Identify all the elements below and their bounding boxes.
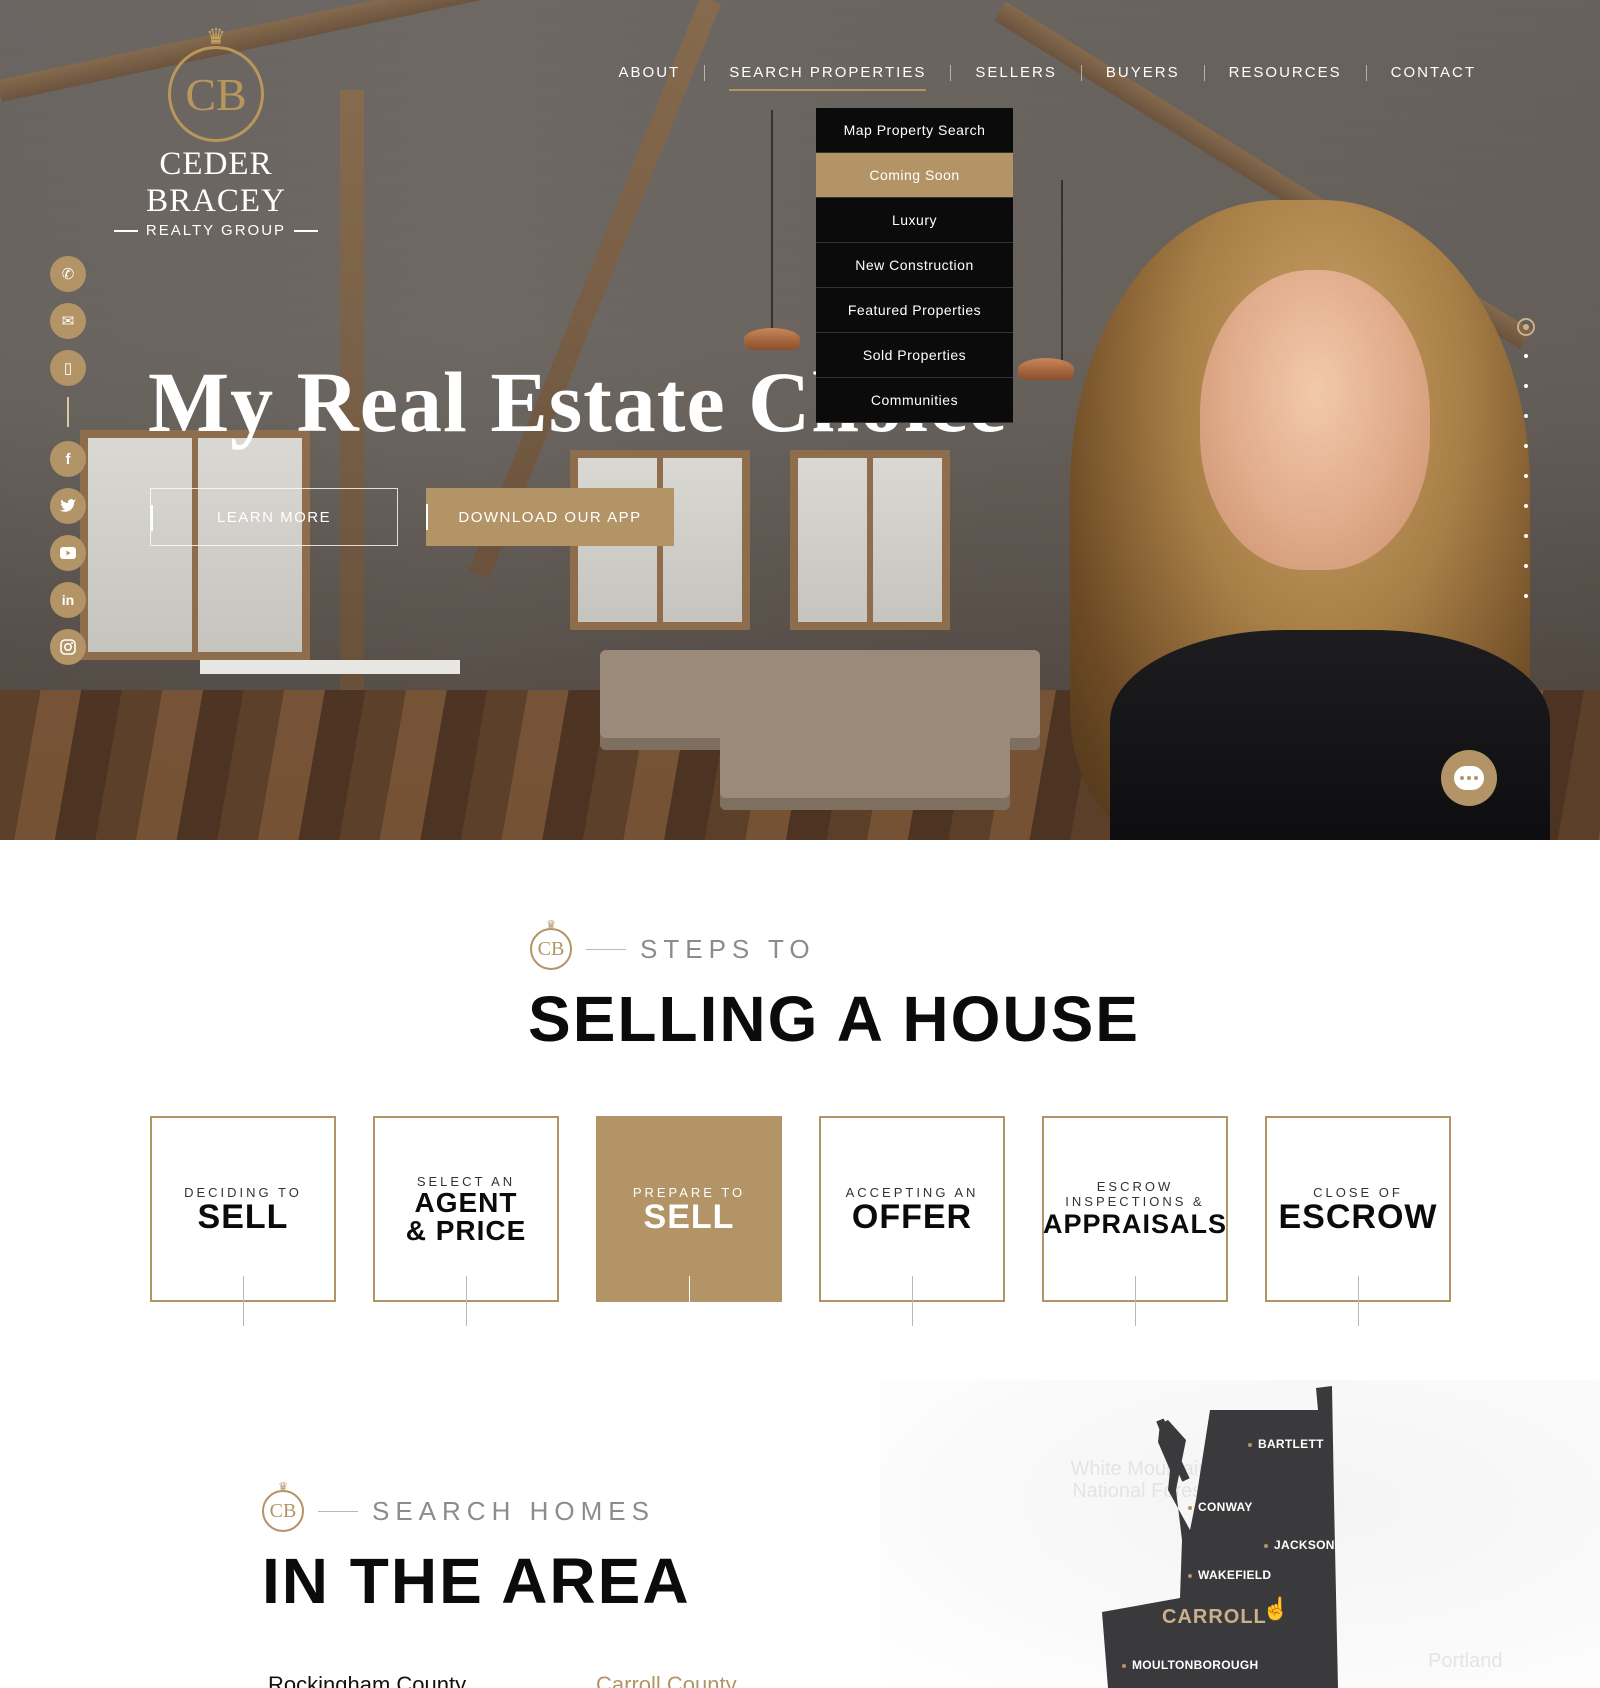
step-card-active[interactable]: PREPARE TO SELL bbox=[596, 1116, 782, 1326]
agent-photo bbox=[1070, 200, 1560, 840]
county-link-carroll[interactable]: Carroll County bbox=[596, 1672, 737, 1688]
search-eyebrow-text: SEARCH HOMES bbox=[372, 1495, 655, 1526]
slider-dot[interactable] bbox=[1524, 354, 1528, 358]
crown-icon: ♛ bbox=[206, 24, 226, 49]
dropdown-item-new-construction[interactable]: New Construction bbox=[816, 243, 1013, 288]
dropdown-item-featured-properties[interactable]: Featured Properties bbox=[816, 288, 1013, 333]
hero-section: ♛ CB CEDER BRACEY REALTY GROUP ABOUT SEA… bbox=[0, 0, 1600, 840]
dropdown-item-luxury[interactable]: Luxury bbox=[816, 198, 1013, 243]
learn-more-button[interactable]: LEARN MORE bbox=[150, 488, 398, 546]
sofa-chaise bbox=[720, 710, 1010, 810]
search-properties-dropdown: Map Property Search Coming Soon Luxury N… bbox=[816, 108, 1013, 423]
nav-about[interactable]: ABOUT bbox=[595, 64, 705, 81]
step-big-label: ESCROW bbox=[1278, 1197, 1438, 1236]
steps-list: DECIDING TO SELL SELECT AN AGENT & PRICE… bbox=[150, 1116, 1451, 1326]
slider-dot[interactable] bbox=[1524, 594, 1528, 598]
brand-subtitle: REALTY GROUP bbox=[145, 222, 287, 239]
step-card[interactable]: SELECT AN AGENT & PRICE bbox=[373, 1116, 559, 1326]
search-title: IN THE AREA bbox=[262, 1545, 691, 1617]
dropdown-item-map-property-search[interactable]: Map Property Search bbox=[816, 108, 1013, 153]
linkedin-icon[interactable]: in bbox=[50, 582, 86, 618]
mini-logo-icon: CB bbox=[262, 1480, 304, 1532]
step-big-label: OFFER bbox=[851, 1197, 973, 1236]
social-divider bbox=[67, 397, 69, 427]
twitter-icon[interactable] bbox=[50, 488, 86, 524]
step-card[interactable]: CLOSE OF ESCROW bbox=[1265, 1116, 1451, 1326]
youtube-icon[interactable] bbox=[50, 535, 86, 571]
area-map[interactable]: White Mountain National Forest Portland bbox=[880, 1380, 1600, 1688]
phone-icon[interactable]: ✆ bbox=[50, 256, 86, 292]
brand-name: CEDER BRACEY bbox=[146, 146, 286, 219]
map-ghost-label: White Mountain National Forest bbox=[1070, 1458, 1210, 1502]
step-small-label: ESCROW INSPECTIONS & bbox=[1065, 1179, 1205, 1209]
dropdown-item-coming-soon[interactable]: Coming Soon bbox=[816, 153, 1013, 198]
nav-sellers[interactable]: SELLERS bbox=[951, 64, 1081, 81]
chat-icon bbox=[1454, 766, 1484, 790]
slider-dot[interactable] bbox=[1524, 564, 1528, 568]
slider-dot[interactable] bbox=[1524, 534, 1528, 538]
dropdown-item-communities[interactable]: Communities bbox=[816, 378, 1013, 423]
pendant-lamp bbox=[1018, 358, 1074, 380]
map-town-conway[interactable]: CONWAY bbox=[1188, 1500, 1253, 1514]
mobile-app-icon[interactable]: ▯ bbox=[50, 350, 86, 386]
instagram-icon[interactable] bbox=[50, 629, 86, 665]
county-link-rockingham[interactable]: Rockingham County bbox=[268, 1672, 466, 1688]
dining-table bbox=[200, 660, 460, 674]
map-town-wakefield[interactable]: WAKEFIELD bbox=[1188, 1568, 1271, 1582]
cursor-hand-icon: ☝ bbox=[1262, 1596, 1290, 1621]
mini-logo-icon: CB bbox=[530, 918, 572, 970]
map-ghost-label: Portland bbox=[1428, 1650, 1503, 1672]
slider-dot[interactable] bbox=[1524, 384, 1528, 388]
slider-dot-active[interactable] bbox=[1517, 318, 1535, 336]
social-bar: ✆ ✉ ▯ f in bbox=[50, 256, 86, 676]
nav-resources[interactable]: RESOURCES bbox=[1205, 64, 1366, 81]
pendant-lamp bbox=[744, 328, 800, 350]
step-big-label: APPRAISALS bbox=[1042, 1209, 1228, 1239]
step-big-label: AGENT & PRICE bbox=[405, 1186, 527, 1246]
step-card[interactable]: DECIDING TO SELL bbox=[150, 1116, 336, 1326]
map-town-bartlett[interactable]: BARTLETT bbox=[1248, 1437, 1324, 1451]
steps-eyebrow-text: STEPS TO bbox=[640, 933, 816, 964]
nav-contact[interactable]: CONTACT bbox=[1367, 64, 1500, 81]
main-nav: ABOUT SEARCH PROPERTIES SELLERS BUYERS R… bbox=[595, 64, 1500, 91]
slider-dot[interactable] bbox=[1524, 414, 1528, 418]
steps-eyebrow: CB STEPS TO bbox=[530, 918, 816, 970]
steps-title: SELLING A HOUSE bbox=[528, 983, 1140, 1055]
facebook-icon[interactable]: f bbox=[50, 441, 86, 477]
map-town-moultonborough[interactable]: MOULTONBOROUGH bbox=[1122, 1658, 1258, 1672]
chat-button[interactable] bbox=[1441, 750, 1497, 806]
nav-search-properties[interactable]: SEARCH PROPERTIES bbox=[705, 64, 950, 91]
step-card[interactable]: ACCEPTING AN OFFER bbox=[819, 1116, 1005, 1326]
download-app-button[interactable]: DOWNLOAD OUR APP bbox=[426, 488, 674, 546]
window bbox=[790, 450, 950, 630]
mail-icon[interactable]: ✉ bbox=[50, 303, 86, 339]
slider-dot[interactable] bbox=[1524, 444, 1528, 448]
step-big-label: SELL bbox=[643, 1197, 735, 1236]
search-eyebrow: CB SEARCH HOMES bbox=[262, 1480, 655, 1532]
map-region-name: CARROLL bbox=[1162, 1606, 1267, 1628]
slider-dots bbox=[1516, 318, 1536, 624]
nav-buyers[interactable]: BUYERS bbox=[1082, 64, 1204, 81]
step-card[interactable]: ESCROW INSPECTIONS & APPRAISALS bbox=[1042, 1116, 1228, 1326]
brand-logo[interactable]: ♛ CB CEDER BRACEY REALTY GROUP bbox=[96, 24, 336, 239]
monogram: CB bbox=[168, 46, 264, 142]
map-town-jackson[interactable]: JACKSON bbox=[1264, 1538, 1335, 1552]
step-big-label: SELL bbox=[197, 1197, 289, 1236]
slider-dot[interactable] bbox=[1524, 474, 1528, 478]
slider-dot[interactable] bbox=[1524, 504, 1528, 508]
dropdown-item-sold-properties[interactable]: Sold Properties bbox=[816, 333, 1013, 378]
